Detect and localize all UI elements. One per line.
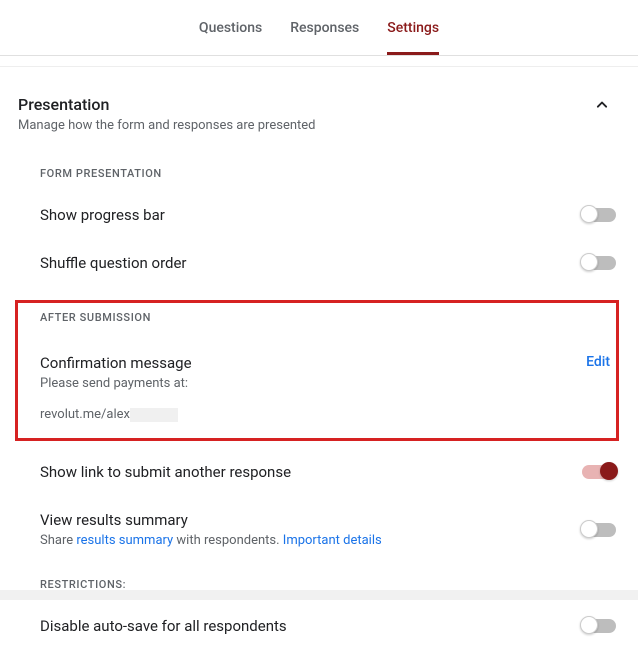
confirmation-line1: Please send payments at: xyxy=(40,376,192,391)
bottom-divider xyxy=(0,590,638,600)
label-submit-another: Show link to submit another response xyxy=(40,463,291,481)
confirmation-line2: revolut.me/alex xyxy=(40,407,192,422)
form-presentation-group: FORM PRESENTATION Show progress bar Shuf… xyxy=(18,137,616,294)
label-results-summary: View results summary xyxy=(40,511,382,529)
toggle-progress-bar[interactable] xyxy=(582,208,616,222)
group-label-after-submission: AFTER SUBMISSION xyxy=(40,311,616,324)
tab-questions[interactable]: Questions xyxy=(199,20,262,55)
post-submit-group: Show link to submit another response Vie… xyxy=(18,441,616,570)
redacted-text xyxy=(130,408,178,422)
row-progress-bar: Show progress bar xyxy=(40,198,616,246)
label-autosave: Disable auto-save for all respondents xyxy=(40,617,287,635)
edit-button[interactable]: Edit xyxy=(586,354,616,370)
row-confirmation-message: Confirmation message Please send payment… xyxy=(40,346,616,436)
label-confirmation-message: Confirmation message xyxy=(40,354,192,372)
link-important-details[interactable]: Important details xyxy=(283,533,382,548)
row-submit-another: Show link to submit another response xyxy=(40,455,616,503)
toggle-submit-another[interactable] xyxy=(582,465,616,479)
link-results-summary[interactable]: results summary xyxy=(76,533,173,548)
toggle-results-summary[interactable] xyxy=(582,523,616,537)
section-desc: Manage how the form and responses are pr… xyxy=(18,118,316,133)
toggle-shuffle[interactable] xyxy=(582,256,616,270)
tabs-bar: Questions Responses Settings xyxy=(0,0,638,56)
restrictions-group: RESTRICTIONS: Disable auto-save for all … xyxy=(18,570,616,657)
row-autosave: Disable auto-save for all respondents xyxy=(40,609,616,657)
label-progress-bar: Show progress bar xyxy=(40,206,165,224)
presentation-header[interactable]: Presentation Manage how the form and res… xyxy=(18,85,616,137)
results-summary-desc: Share results summary with respondents. … xyxy=(40,533,382,548)
row-shuffle: Shuffle question order xyxy=(40,246,616,294)
tab-settings[interactable]: Settings xyxy=(387,20,439,55)
toggle-autosave[interactable] xyxy=(582,619,616,633)
tab-responses[interactable]: Responses xyxy=(290,20,359,55)
section-title: Presentation xyxy=(18,95,316,114)
label-shuffle: Shuffle question order xyxy=(40,254,187,272)
group-label-form-presentation: FORM PRESENTATION xyxy=(40,167,616,180)
after-submission-highlight: AFTER SUBMISSION Confirmation message Pl… xyxy=(15,300,619,441)
chevron-up-icon[interactable] xyxy=(592,95,616,120)
settings-content: Presentation Manage how the form and res… xyxy=(0,66,638,657)
row-results-summary: View results summary Share results summa… xyxy=(40,503,616,570)
